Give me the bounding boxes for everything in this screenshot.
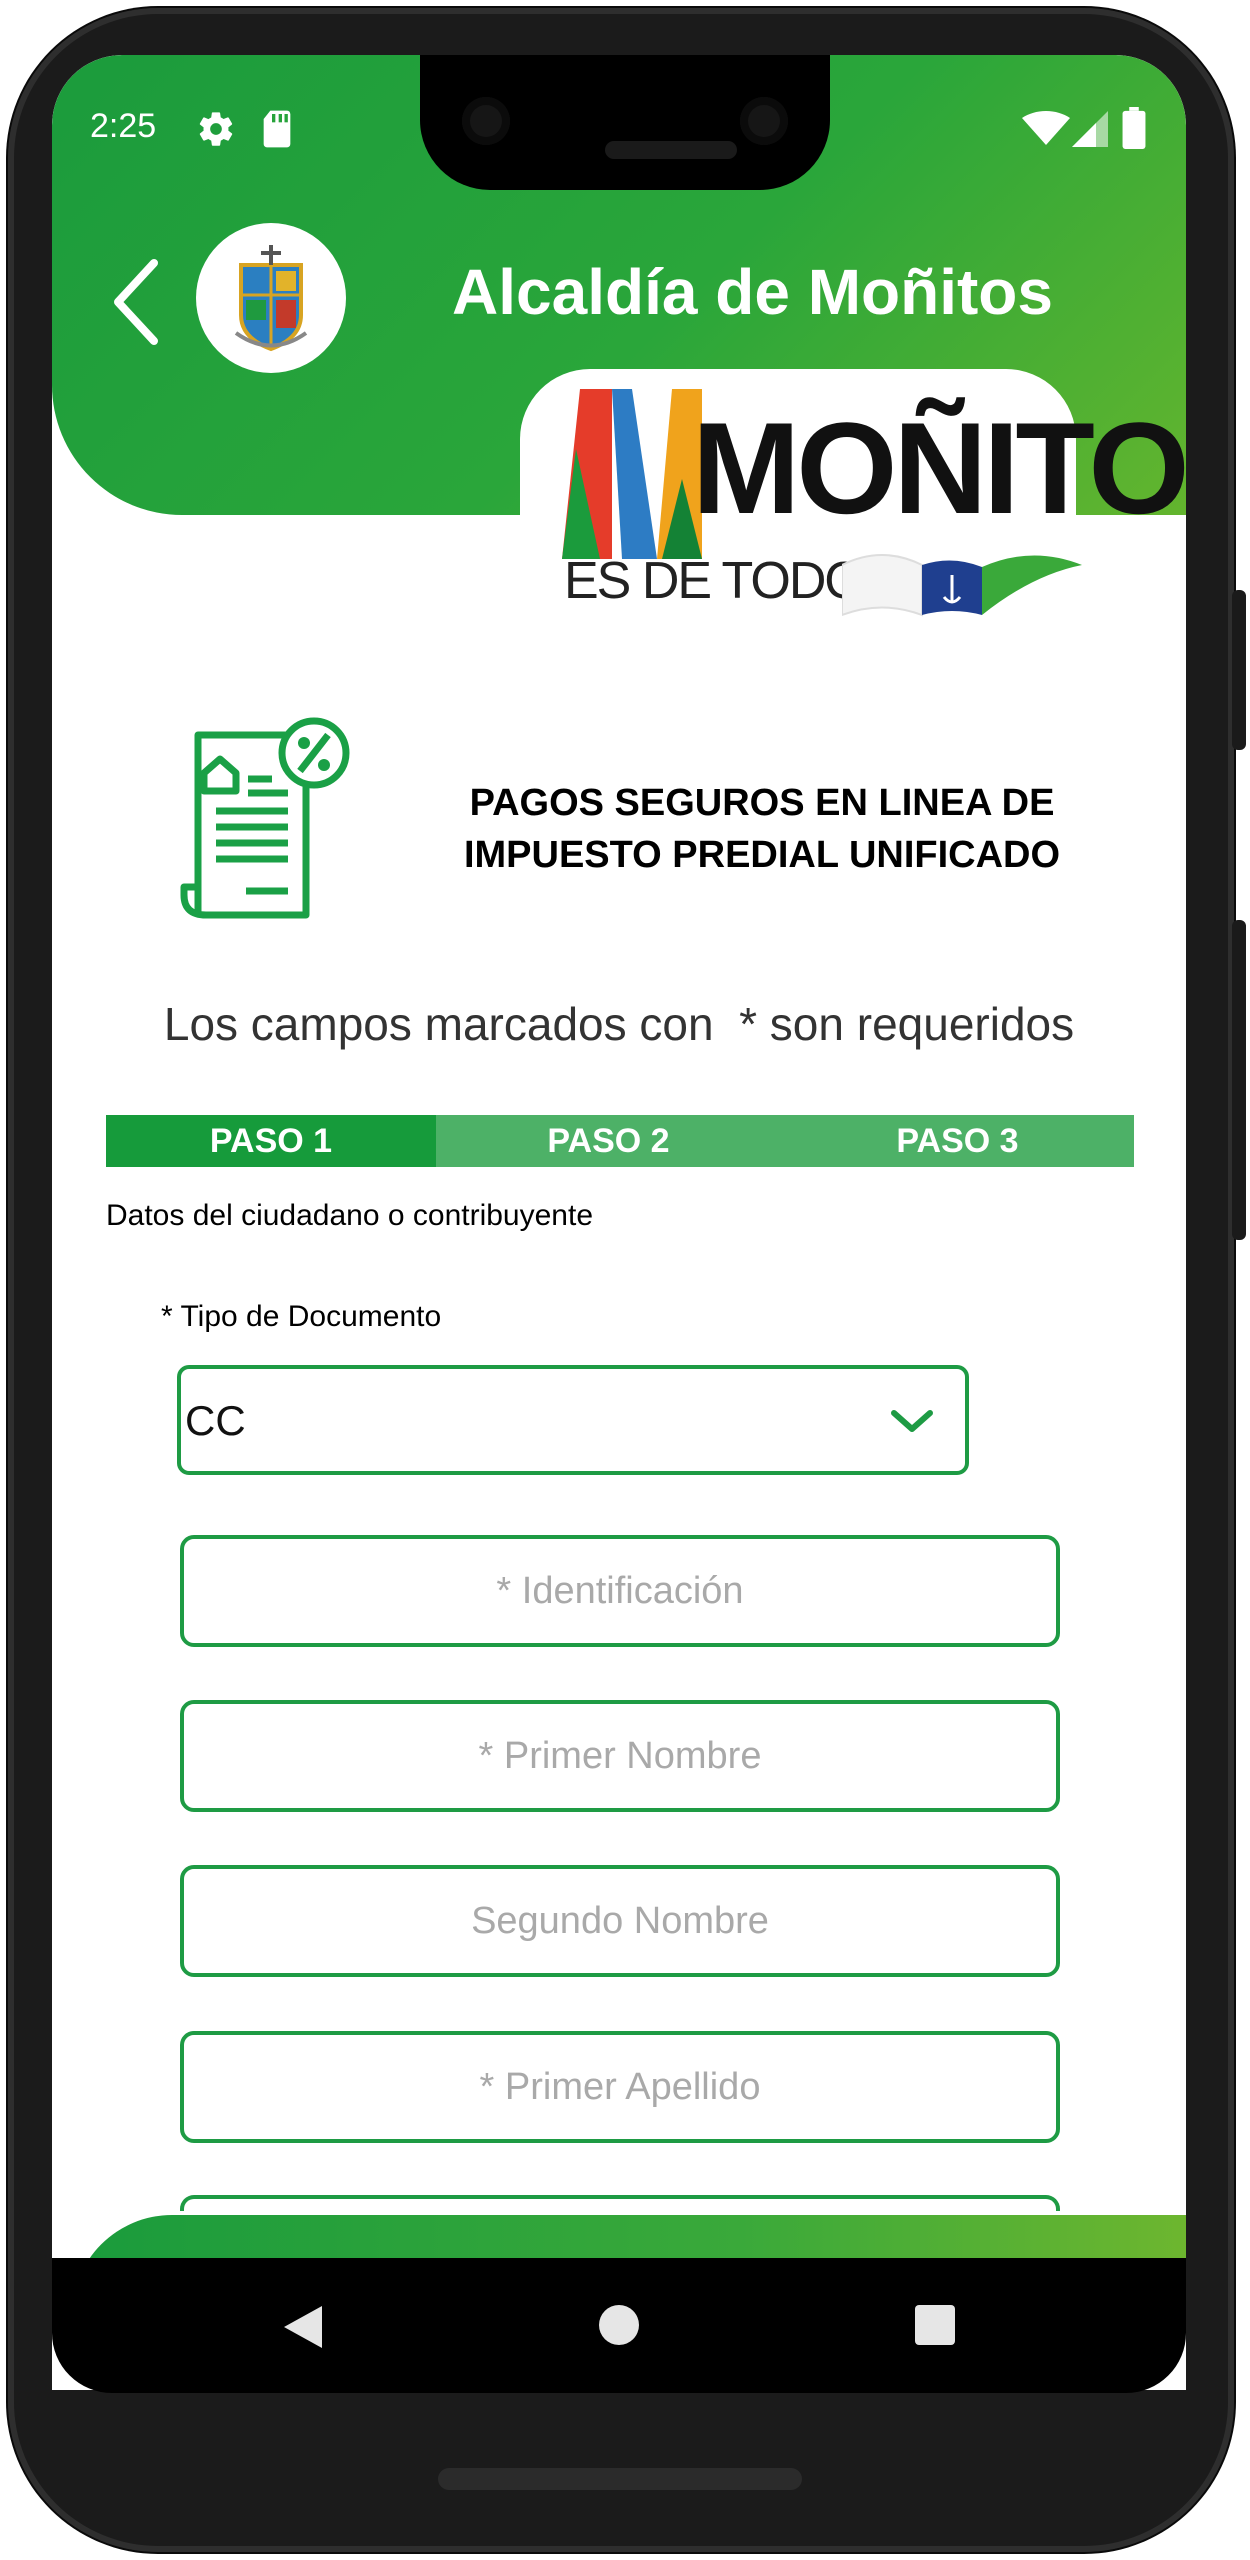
step-3-tab[interactable]: PASO 3 (781, 1115, 1134, 1167)
camera-notch (420, 55, 830, 190)
app-screen: 2:25 Alcaldía de Moñitos MOÑITO ES DE TO… (52, 55, 1186, 2390)
logo-m-graphic (562, 389, 702, 559)
settings-icon (199, 112, 233, 146)
municipal-crest-icon (196, 223, 346, 373)
nav-back-icon[interactable] (282, 2304, 326, 2350)
nav-recents-icon[interactable] (914, 2304, 956, 2346)
page-title: Alcaldía de Moñitos (452, 256, 1053, 328)
logo-wordmark: MOÑITOS (692, 395, 1186, 541)
tax-receipt-icon (180, 717, 350, 919)
document-type-select[interactable]: CC (177, 1365, 969, 1475)
volume-button (1232, 920, 1246, 1240)
headline-line-1: PAGOS SEGUROS EN LINEA DE (469, 782, 1055, 824)
first-name-input[interactable] (180, 1700, 1060, 1812)
first-surname-input[interactable] (180, 2031, 1060, 2143)
step-subtitle: Datos del ciudadano o contribuyente (106, 1199, 594, 1232)
payment-headline: PAGOS SEGUROS EN LINEA DE IMPUESTO PREDI… (382, 777, 1142, 881)
back-arrow-icon[interactable] (108, 257, 168, 347)
bottom-speaker (438, 2468, 802, 2490)
battery-icon (1122, 107, 1146, 149)
second-name-input[interactable] (180, 1865, 1060, 1977)
front-camera-icon (462, 97, 510, 145)
power-button (1232, 590, 1246, 750)
sd-card-icon (263, 110, 291, 148)
signal-icon (1072, 111, 1108, 147)
nav-home-icon[interactable] (598, 2304, 640, 2346)
front-sensor-icon (740, 97, 788, 145)
next-field-partial[interactable] (180, 2195, 1060, 2211)
step-1-tab[interactable]: PASO 1 (106, 1115, 436, 1167)
system-nav-bar (52, 2258, 1186, 2393)
document-type-label: * Tipo de Documento (161, 1300, 442, 1333)
status-time: 2:25 (90, 107, 157, 145)
document-type-value: CC (185, 1397, 246, 1444)
wifi-icon (1022, 111, 1070, 145)
step-2-tab[interactable]: PASO 2 (436, 1115, 781, 1167)
step-indicator: PASO 1 PASO 2 PASO 3 (106, 1115, 1134, 1167)
earpiece-speaker (605, 141, 737, 159)
logo-flag-graphic (842, 554, 1082, 617)
headline-line-2: IMPUESTO PREDIAL UNIFICADO (463, 834, 1061, 876)
chevron-down-icon (891, 1410, 933, 1432)
identification-input[interactable] (180, 1535, 1060, 1647)
required-fields-note: Los campos marcados con * son requeridos (163, 998, 1075, 1050)
